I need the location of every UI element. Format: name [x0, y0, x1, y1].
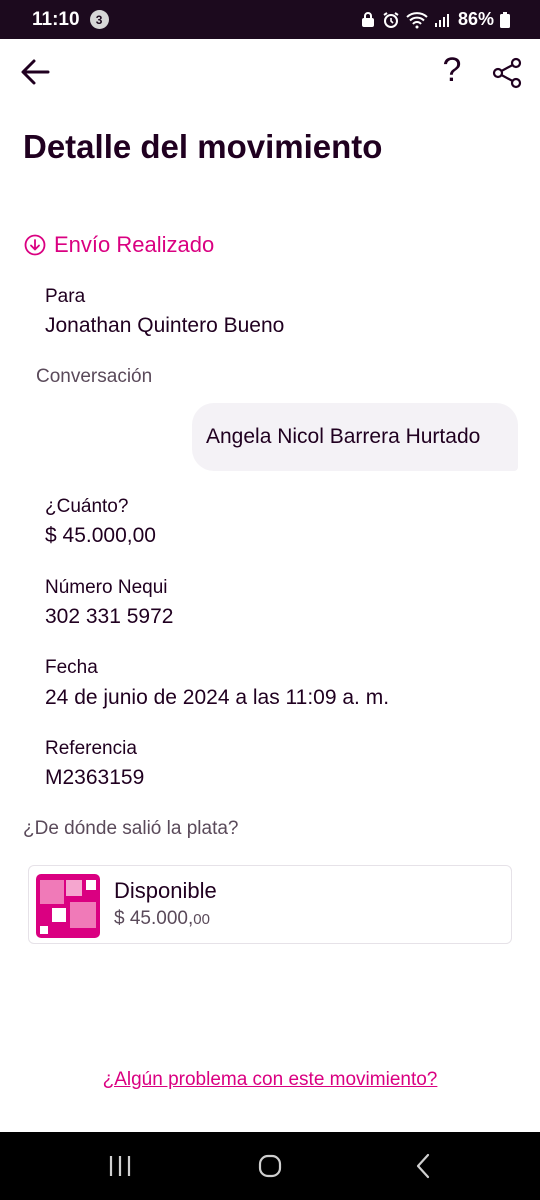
recents-button[interactable] [106, 1152, 134, 1180]
share-button[interactable] [490, 56, 524, 90]
reference-value: M2363159 [45, 766, 145, 789]
status-time: 11:10 [32, 8, 80, 30]
home-button[interactable] [256, 1152, 284, 1180]
reference-label: Referencia [45, 738, 137, 759]
message-text: Angela Nicol Barrera Hurtado [206, 425, 481, 448]
account-amount-cents: 00 [193, 911, 210, 928]
message-bubble: Angela Nicol Barrera Hurtado [192, 403, 518, 471]
recipient-label: Para [45, 286, 86, 307]
account-amount-main: $ 45.000, [114, 908, 194, 929]
alarm-icon [382, 11, 400, 29]
source-account-card[interactable]: Disponible $ 45.000,00 [28, 865, 512, 944]
battery-percentage: 86% [457, 9, 494, 29]
transaction-status-label: Envío Realizado [54, 232, 215, 257]
nav-back-icon [416, 1153, 430, 1179]
battery-icon [500, 11, 510, 28]
notification-count-badge: 3 [89, 10, 109, 29]
home-icon [258, 1154, 282, 1178]
status-bar: 11:10 3 86% [0, 0, 540, 39]
conversation-label: Conversación [36, 366, 153, 387]
account-name: Disponible [114, 878, 217, 903]
recents-icon [109, 1156, 131, 1176]
amount-value: $ 45.000,00 [45, 524, 156, 547]
wifi-icon [406, 11, 428, 29]
lock-icon [360, 11, 376, 28]
app-bar: ? [0, 40, 540, 104]
system-navigation-bar [0, 1132, 540, 1200]
help-button[interactable]: ? [436, 50, 468, 90]
back-button[interactable] [18, 54, 54, 90]
transaction-status: Envío Realizado [24, 232, 214, 258]
status-left: 11:10 3 [32, 9, 109, 31]
nequi-number-label: Número Nequi [45, 577, 168, 598]
arrow-down-circle-icon [24, 234, 46, 256]
source-question: ¿De dónde salió la plata? [23, 818, 239, 839]
date-value: 24 de junio de 2024 a las 11:09 a. m. [45, 686, 390, 709]
help-icon: ? [442, 51, 462, 89]
amount-label: ¿Cuánto? [45, 496, 129, 517]
page-title: Detalle del movimiento [23, 128, 383, 165]
share-icon [492, 57, 522, 89]
back-arrow-icon [21, 59, 50, 85]
date-label: Fecha [45, 657, 98, 678]
nequi-number-value: 302 331 5972 [45, 605, 174, 628]
account-amount: $ 45.000,00 [114, 908, 210, 930]
status-right: 86% [360, 9, 510, 30]
signal-icon [434, 12, 450, 28]
report-problem-link[interactable]: ¿Algún problema con este movimiento? [0, 1069, 540, 1091]
account-icon [36, 874, 100, 938]
nav-back-button[interactable] [410, 1152, 438, 1180]
recipient-value: Jonathan Quintero Bueno [45, 314, 285, 337]
